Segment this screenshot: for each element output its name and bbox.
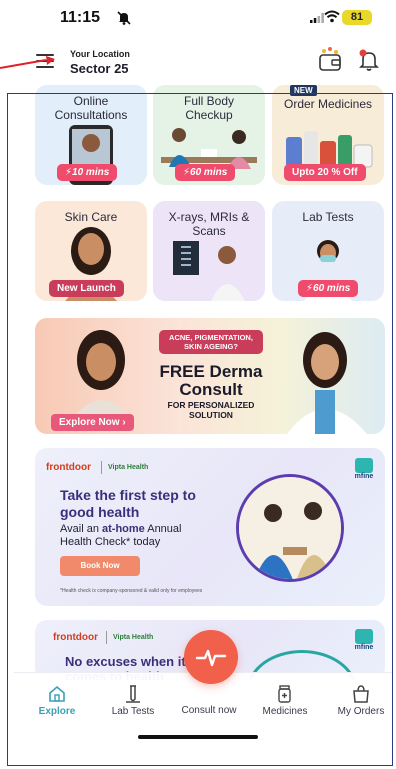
medicine-bottle-icon: [278, 685, 291, 703]
mfine-text: mfine: [354, 644, 374, 651]
home-indicator: [138, 735, 258, 739]
health-card-2-title-line1: No excuses when it: [65, 654, 186, 669]
wallet-icon[interactable]: [318, 46, 342, 72]
heartbeat-icon: [195, 649, 227, 667]
tile-badge: ⚡10 mins: [57, 164, 118, 181]
tile-label: Full Body Checkup: [183, 94, 235, 122]
home-icon: [49, 685, 65, 702]
health-check-card[interactable]: frontdoor Vipta Health mfine Take the fi…: [35, 448, 385, 606]
tile-badge: New Launch: [49, 280, 124, 297]
nav-label: Medicines: [262, 706, 308, 717]
health-card-title: Take the first step to good health: [60, 487, 196, 521]
vipta-health-logo: Vipta Health: [108, 464, 149, 471]
tile-label: X-rays, MRIs & Scans: [168, 210, 250, 238]
nav-label: Lab Tests: [111, 706, 155, 717]
tile-skin-care[interactable]: Skin Care New Launch: [35, 201, 147, 301]
status-bar: 11:15 81: [0, 0, 396, 36]
nav-label: Explore: [38, 706, 76, 717]
vipta-health-logo: Vipta Health: [113, 634, 154, 641]
banner-title-line2: Consult: [179, 380, 243, 399]
notification-bell-icon[interactable]: [358, 48, 380, 72]
home-visit-illustration: [236, 474, 344, 582]
nav-label: Consult now: [181, 705, 237, 716]
nav-medicines[interactable]: Medicines: [254, 685, 316, 717]
arrow-right-icon: ›: [122, 417, 126, 428]
banner-tag: ACNE, PIGMENTATION, SKIN AGEING?: [159, 330, 263, 354]
text-pre: Avail an: [60, 523, 102, 535]
location-label: Your Location: [70, 49, 130, 59]
signal-icon: [310, 13, 324, 23]
tile-label: Lab Tests: [302, 210, 354, 224]
test-tube-icon: [126, 685, 140, 703]
doctor-illustration: [287, 332, 367, 434]
wifi-icon: [324, 10, 340, 23]
new-tag: NEW: [290, 85, 317, 96]
tile-xrays-mris-scans[interactable]: X-rays, MRIs & Scans: [153, 201, 265, 301]
explore-now-button[interactable]: Explore Now ›: [51, 414, 134, 431]
app-header: Your Location Sector 25: [0, 40, 396, 84]
tile-label: Skin Care: [64, 210, 118, 224]
mfine-logo: mfine: [353, 629, 375, 651]
app-screen: 11:15 81 Your Location Sector 25 Online …: [0, 0, 396, 769]
explore-now-label: Explore Now: [59, 417, 120, 428]
nav-consult-now[interactable]: Consult now: [178, 705, 240, 716]
mfine-text: mfine: [354, 473, 374, 480]
health-card-text: Avail an at-home Annual Health Check* to…: [60, 523, 181, 549]
annotation-arrow-icon: [0, 56, 55, 69]
frontdoor-logo: frontdoor: [53, 632, 98, 643]
book-now-button[interactable]: Book Now: [60, 556, 140, 576]
banner-title-line1: FREE Derma: [159, 362, 263, 381]
text-bold: at-home: [102, 523, 145, 535]
text-post: Annual: [144, 523, 182, 535]
derma-consult-banner[interactable]: ACNE, PIGMENTATION, SKIN AGEING? FREE De…: [35, 318, 385, 434]
woman-illustration: [73, 330, 131, 418]
shopping-bag-icon: [353, 685, 369, 703]
nav-lab-tests[interactable]: Lab Tests: [102, 685, 164, 717]
silent-mode-icon: [117, 11, 131, 25]
logo-divider: [101, 461, 102, 474]
tile-badge: Upto 20 % Off: [284, 164, 366, 181]
health-card-text-line2: Health Check* today: [60, 536, 161, 548]
mfine-logo: mfine: [353, 458, 375, 480]
nav-explore[interactable]: Explore: [26, 685, 88, 717]
tile-label: Online Consultations: [54, 94, 128, 122]
nav-my-orders[interactable]: My Orders: [330, 685, 392, 717]
logo-divider: [106, 631, 107, 644]
banner-subtitle: FOR PERSONALIZED SOLUTION: [167, 400, 255, 420]
tile-badge: ⚡60 mins: [175, 164, 236, 181]
consult-now-fab[interactable]: [184, 630, 238, 684]
tile-order-medicines[interactable]: NEW Order Medicines Upto 20 % Off: [272, 85, 384, 185]
tile-lab-tests[interactable]: Lab Tests ⚡60 mins: [272, 201, 384, 301]
status-time: 11:15: [60, 9, 101, 26]
health-card-title-line2: good health: [60, 504, 140, 520]
battery-level: 81: [342, 10, 372, 25]
health-card-footnote: *Health check is company-sponsored & val…: [60, 588, 203, 594]
tile-label: Order Medicines: [283, 97, 373, 111]
tile-online-consultations[interactable]: Online Consultations ⚡10 mins: [35, 85, 147, 185]
nav-label: My Orders: [337, 706, 385, 717]
tile-full-body-checkup[interactable]: Full Body Checkup ⚡60 mins: [153, 85, 265, 185]
tile-badge: ⚡60 mins: [298, 280, 359, 297]
frontdoor-logo: frontdoor: [46, 462, 91, 473]
location-selector[interactable]: Sector 25: [70, 61, 129, 76]
health-card-title-line1: Take the first step to: [60, 487, 196, 503]
